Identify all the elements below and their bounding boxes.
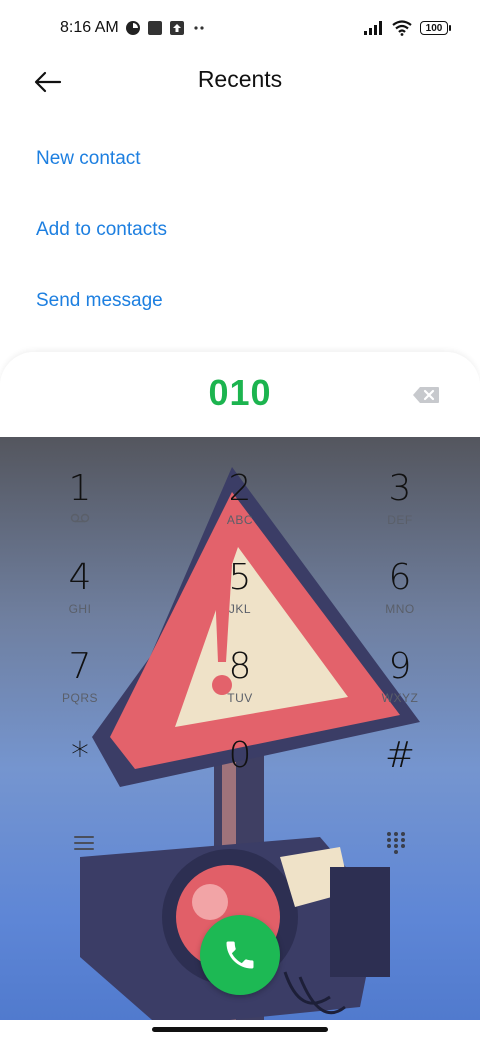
number-display-row: 010 (0, 352, 480, 437)
key-letters: MNO (385, 602, 415, 616)
key-3[interactable]: 3 DEF (350, 467, 450, 547)
wifi-icon (392, 20, 412, 36)
key-letters: PQRS (61, 691, 98, 705)
new-contact-link[interactable]: New contact (36, 148, 141, 170)
key-digit: 1 (68, 468, 92, 509)
dialpad-toggle-button[interactable] (376, 823, 416, 863)
key-digit: 0 (228, 735, 252, 776)
key-9[interactable]: 9 WXYZ (350, 645, 450, 725)
home-indicator[interactable] (152, 1027, 328, 1032)
square-notification-icon (147, 20, 163, 36)
dialer-sheet: 010 1 2 ABC 3 DEF 4 GHI 5 JKL 6 MNO 7 PQ… (0, 352, 480, 1040)
key-digit: 2 (228, 468, 252, 509)
voicemail-icon (70, 513, 90, 523)
menu-button[interactable] (64, 823, 104, 863)
key-letters: TUV (227, 691, 253, 705)
key-8[interactable]: 8 TUV (190, 645, 290, 725)
key-digit: 3 (388, 468, 412, 509)
dialed-number[interactable]: 010 (0, 372, 480, 414)
key-7[interactable]: 7 PQRS (30, 645, 130, 725)
page-title: Recents (197, 66, 283, 92)
key-letters: JKL (228, 602, 252, 616)
key-digit: 4 (68, 557, 92, 598)
signal-icon (364, 21, 384, 35)
dialpad: 1 2 ABC 3 DEF 4 GHI 5 JKL 6 MNO 7 PQRS 8… (0, 437, 480, 1040)
phone-icon (226, 941, 254, 969)
status-bar-right: 100 (364, 20, 451, 36)
key-1[interactable]: 1 (30, 467, 130, 547)
status-bar: 8:16 AM 100 (0, 0, 480, 56)
data-saver-icon (125, 20, 141, 36)
key-digit: 9 (388, 646, 412, 687)
key-2[interactable]: 2 ABC (190, 467, 290, 547)
key-digit: 5 (228, 557, 252, 598)
key-letters: ABC (226, 513, 254, 527)
key-digit: * (71, 735, 89, 776)
backspace-button[interactable] (412, 386, 442, 406)
app-bar: Recents (0, 56, 480, 108)
key-digit: 6 (388, 557, 412, 598)
key-letters: GHI (68, 602, 92, 616)
status-bar-left: 8:16 AM (60, 19, 207, 37)
key-4[interactable]: 4 GHI (30, 556, 130, 636)
backspace-icon (413, 387, 439, 403)
battery-icon: 100 (420, 21, 451, 35)
key-5[interactable]: 5 JKL (190, 556, 290, 636)
key-letters: DEF (387, 513, 413, 527)
key-hash[interactable]: # (350, 734, 450, 814)
key-star[interactable]: * (30, 734, 130, 814)
status-time: 8:16 AM (60, 19, 119, 36)
add-to-contacts-link[interactable]: Add to contacts (36, 219, 167, 241)
battery-level: 100 (425, 22, 443, 34)
key-digit: 7 (68, 646, 92, 687)
key-6[interactable]: 6 MNO (350, 556, 450, 636)
send-message-link[interactable]: Send message (36, 290, 163, 312)
dialpad-icon (387, 832, 405, 854)
more-notifications-icon (191, 20, 207, 36)
key-digit: # (384, 735, 416, 776)
navigation-bar (0, 1020, 480, 1040)
key-letters: WXYZ (381, 691, 419, 705)
key-digit: 8 (228, 646, 252, 687)
call-button[interactable] (200, 915, 280, 995)
key-0[interactable]: 0 (190, 734, 290, 814)
upload-icon (169, 20, 185, 36)
menu-icon (74, 836, 94, 850)
